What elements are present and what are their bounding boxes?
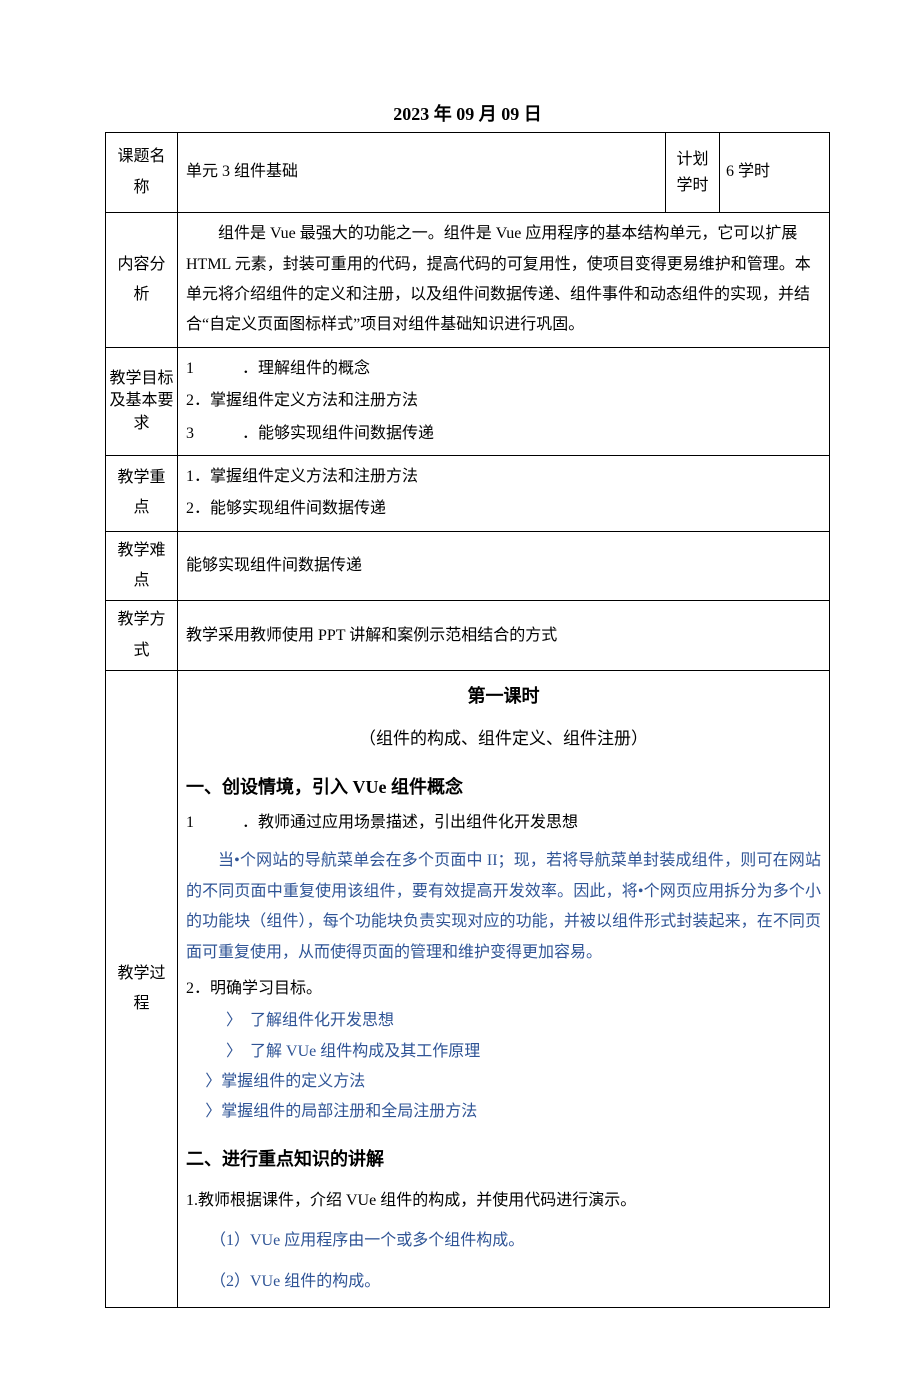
label-goals: 教学目标及基本要求: [106, 347, 178, 455]
lesson-title: 第一课时: [186, 679, 821, 713]
value-topic: 单元 3 组件基础: [178, 133, 666, 213]
value-method: 教学采用教师使用 PPT 讲解和案例示范相结合的方式: [178, 601, 830, 671]
bullet-2: 〉 了解 VUe 组件构成及其工作原理: [186, 1037, 821, 1067]
lesson-subtitle: （组件的构成、组件定义、组件注册）: [186, 723, 821, 755]
row-goals: 教学目标及基本要求 1．理解组件的概念 2．掌握组件定义方法和注册方法 3．能够…: [106, 347, 830, 455]
label-focus: 教学重点: [106, 455, 178, 531]
point-3: 1.教师根据课件，介绍 VUe 组件的构成，并使用代码进行演示。: [186, 1186, 821, 1216]
row-topic: 课题名称 单元 3 组件基础 计划 学时 6 学时: [106, 133, 830, 213]
point-2: 2．明确学习目标。: [186, 974, 821, 1004]
sub-1: （1）VUe 应用程序由一个或多个组件构成。: [186, 1226, 821, 1256]
label-process: 教学过程: [106, 671, 178, 1308]
label-difficulty: 教学难点: [106, 531, 178, 601]
document-date: 2023 年 09 月 09 日: [105, 100, 830, 126]
section-2-heading: 二、进行重点知识的讲解: [186, 1142, 821, 1176]
row-method: 教学方式 教学采用教师使用 PPT 讲解和案例示范相结合的方式: [106, 601, 830, 671]
value-process: 第一课时 （组件的构成、组件定义、组件注册） 一、创设情境，引入 VUe 组件概…: [178, 671, 830, 1308]
section-1-heading: 一、创设情境，引入 VUe 组件概念: [186, 770, 821, 804]
row-process: 教学过程 第一课时 （组件的构成、组件定义、组件注册） 一、创设情境，引入 VU…: [106, 671, 830, 1308]
row-difficulty: 教学难点 能够实现组件间数据传递: [106, 531, 830, 601]
value-plan-hours: 6 学时: [720, 133, 830, 213]
bullet-1: 〉 了解组件化开发思想: [186, 1006, 821, 1036]
label-plan-hours: 计划 学时: [666, 133, 720, 213]
sub-2: （2）VUe 组件的构成。: [186, 1267, 821, 1297]
row-analysis: 内容分析 组件是 Vue 最强大的功能之一。组件是 Vue 应用程序的基本结构单…: [106, 213, 830, 348]
scenario-text: 当•个网站的导航菜单会在多个页面中 II；现，若将导航菜单封装成组件，则可在网站…: [186, 846, 821, 968]
point-1: 1．教师通过应用场景描述，引出组件化开发思想: [186, 808, 821, 838]
value-goals: 1．理解组件的概念 2．掌握组件定义方法和注册方法 3．能够实现组件间数据传递: [178, 347, 830, 455]
label-topic: 课题名称: [106, 133, 178, 213]
value-difficulty: 能够实现组件间数据传递: [178, 531, 830, 601]
label-method: 教学方式: [106, 601, 178, 671]
value-focus: 1．掌握组件定义方法和注册方法 2．能够实现组件间数据传递: [178, 455, 830, 531]
row-focus: 教学重点 1．掌握组件定义方法和注册方法 2．能够实现组件间数据传递: [106, 455, 830, 531]
bullet-3: 〉掌握组件的定义方法: [186, 1067, 821, 1097]
label-analysis: 内容分析: [106, 213, 178, 348]
value-analysis: 组件是 Vue 最强大的功能之一。组件是 Vue 应用程序的基本结构单元，它可以…: [178, 213, 830, 348]
bullet-4: 〉掌握组件的局部注册和全局注册方法: [186, 1097, 821, 1127]
lesson-plan-table: 课题名称 单元 3 组件基础 计划 学时 6 学时 内容分析 组件是 Vue 最…: [105, 132, 830, 1308]
